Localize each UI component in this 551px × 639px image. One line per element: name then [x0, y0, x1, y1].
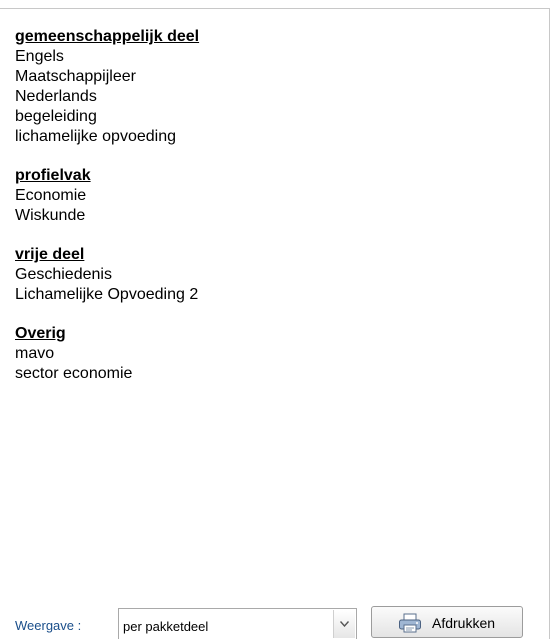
- section-vrije-deel: vrije deel Geschiedenis Lichamelijke Opv…: [15, 245, 539, 305]
- subject-item: Geschiedenis: [15, 266, 112, 283]
- print-button-label: Afdrukken: [432, 615, 496, 631]
- section-heading: Overig: [15, 325, 66, 342]
- section-profielvak: profielvak Economie Wiskunde: [15, 166, 539, 226]
- view-select-value: per pakketdeel: [123, 619, 209, 634]
- section-heading: profielvak: [15, 167, 91, 184]
- view-label: Weergave :: [15, 618, 82, 633]
- chevron-down-icon[interactable]: [333, 610, 355, 638]
- subject-item: Lichamelijke Opvoeding 2: [15, 286, 199, 303]
- subject-item: begeleiding: [15, 108, 97, 125]
- print-button[interactable]: Afdrukken: [371, 606, 523, 638]
- section-heading: gemeenschappelijk deel: [15, 28, 200, 45]
- footer-toolbar: Weergave : per pakketdeel Afdrukken: [15, 606, 535, 639]
- subject-item: mavo: [15, 345, 55, 362]
- section-heading: vrije deel: [15, 246, 85, 263]
- subject-item: Wiskunde: [15, 207, 86, 224]
- section-gemeenschappelijk-deel: gemeenschappelijk deel Engels Maatschapp…: [15, 27, 539, 147]
- subject-item: lichamelijke opvoeding: [15, 128, 176, 145]
- section-overig: Overig mavo sector economie: [15, 324, 539, 384]
- view-select[interactable]: per pakketdeel: [118, 608, 357, 639]
- subject-item: Engels: [15, 48, 64, 65]
- subject-package-panel: gemeenschappelijk deel Engels Maatschapp…: [0, 8, 550, 639]
- subject-list: gemeenschappelijk deel Engels Maatschapp…: [15, 27, 539, 403]
- subject-item: Nederlands: [15, 88, 97, 105]
- subject-item: Economie: [15, 187, 87, 204]
- printer-icon: [398, 613, 422, 638]
- subject-item: sector economie: [15, 365, 133, 382]
- subject-item: Maatschappijleer: [15, 68, 136, 85]
